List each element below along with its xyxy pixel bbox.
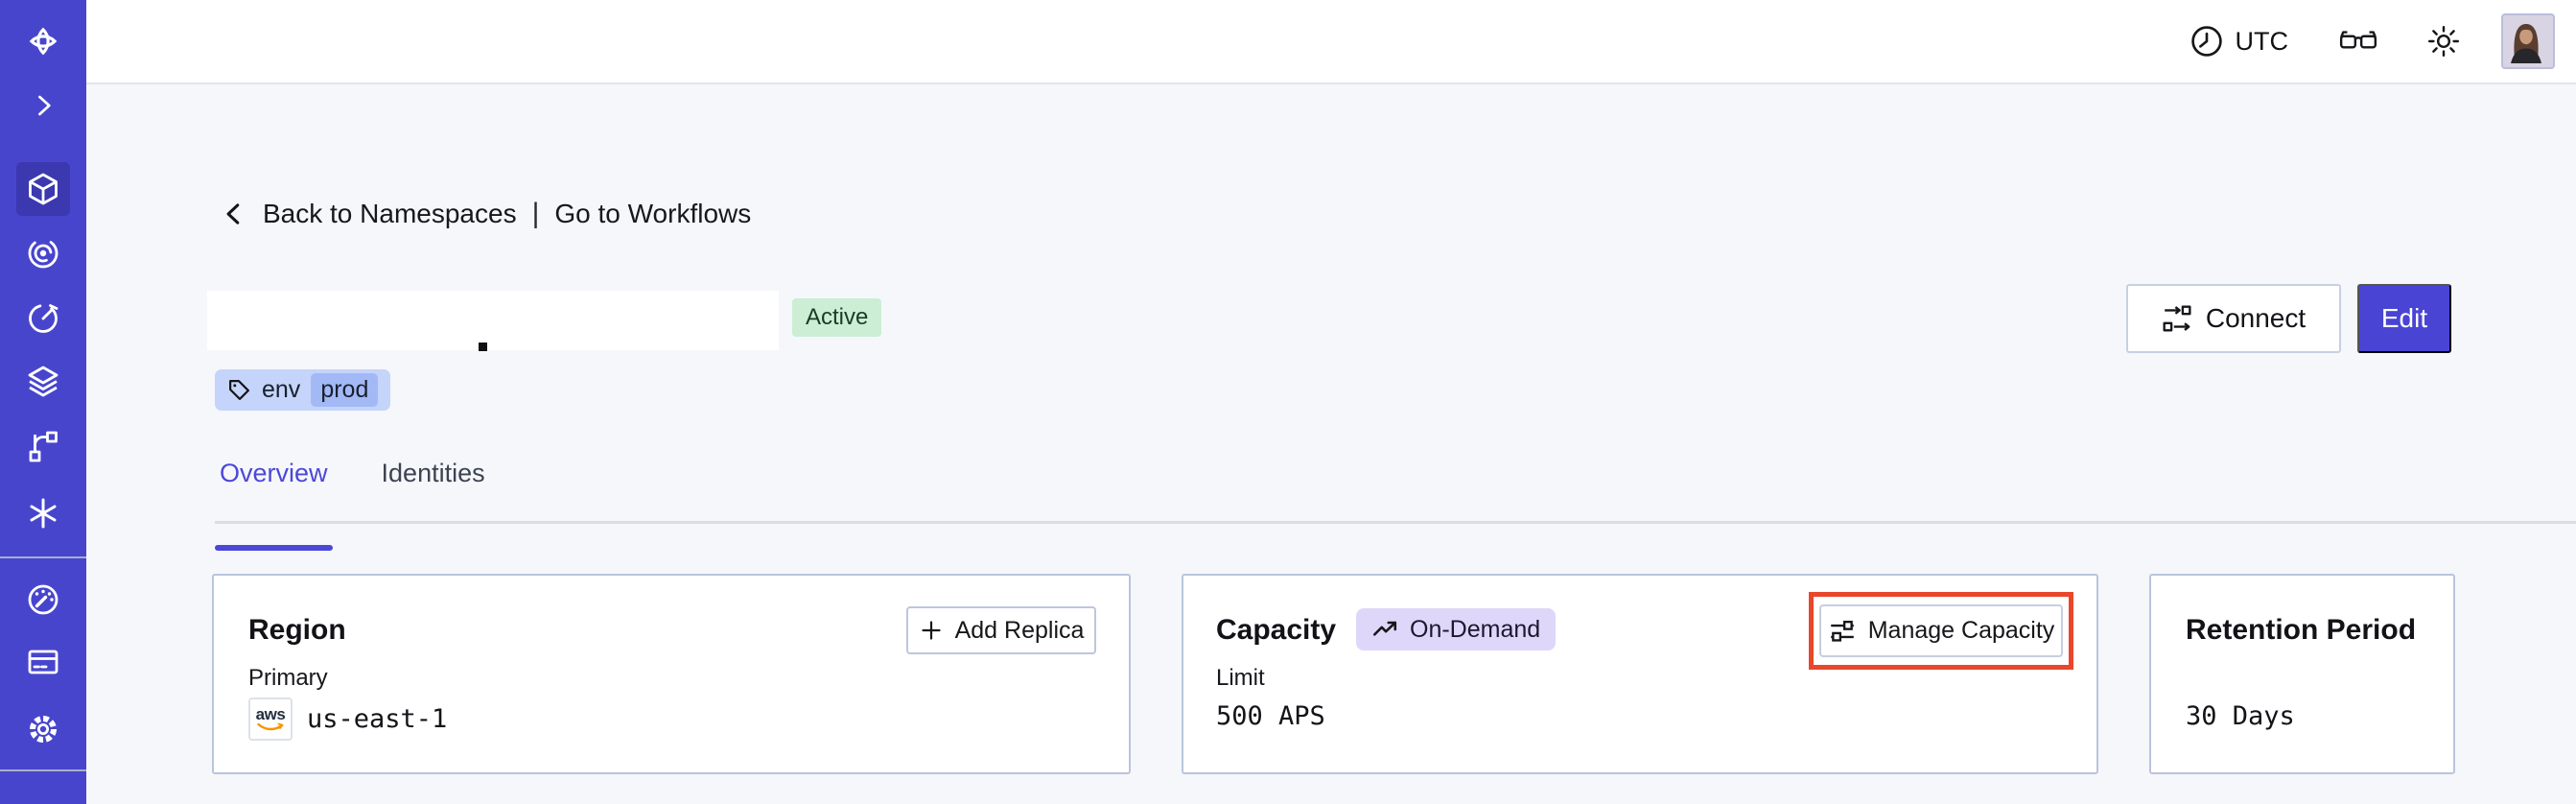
support-circle-icon [24, 800, 62, 804]
schedules-timer-icon [29, 304, 59, 333]
breadcrumb-separator: | [531, 198, 540, 229]
edit-button[interactable]: Edit [2357, 284, 2451, 353]
avatar[interactable] [2501, 13, 2555, 69]
sidebar [0, 0, 86, 804]
deployments-layers-icon [28, 366, 59, 397]
sidebar-item-usage[interactable] [16, 573, 70, 627]
batch-branch-icon [29, 431, 58, 462]
clock-icon [2190, 26, 2222, 57]
sidebar-item-billing[interactable] [16, 635, 70, 689]
limit-label: Limit [1216, 665, 1265, 691]
plus-icon [921, 621, 941, 640]
tab-overview[interactable]: Overview [215, 452, 333, 551]
settings-gear-icon [30, 716, 57, 743]
tabs-bar: Overview Identities [215, 452, 2576, 551]
tab-identities[interactable]: Identities [377, 452, 490, 521]
go-to-workflows-link[interactable]: Go to Workflows [554, 199, 751, 229]
annotation-highlight: Manage Capacity [1809, 592, 2073, 670]
theme-toggle-button[interactable] [2426, 24, 2461, 59]
usage-speedometer-icon [28, 584, 59, 615]
timezone-label: UTC [2235, 26, 2289, 56]
sliders-icon [1830, 620, 1854, 642]
trending-up-icon [1372, 621, 1397, 636]
readability-button[interactable] [2338, 27, 2378, 56]
temporal-logo[interactable] [16, 14, 70, 68]
capacity-card-title: Capacity [1216, 614, 1337, 646]
manage-capacity-button[interactable]: Manage Capacity [1819, 604, 2063, 657]
sidebar-item-deployments[interactable] [16, 355, 70, 409]
timezone-button[interactable]: UTC [2190, 24, 2289, 59]
sidebar-item-schedules[interactable] [16, 291, 70, 344]
workflows-spiral-icon [28, 238, 59, 269]
tag-icon [229, 380, 249, 400]
expand-chevron-icon[interactable] [16, 79, 70, 132]
sidebar-divider [0, 769, 86, 771]
topbar: UTC [86, 0, 2576, 84]
retention-card: Retention Period 30 Days [2149, 574, 2455, 774]
region-card-title: Region [248, 614, 346, 646]
namespace-name-redacted [207, 291, 779, 350]
capacity-value: 500 APS [1216, 701, 1325, 731]
aws-provider-icon: aws [248, 698, 293, 741]
breadcrumb: Back to Namespaces | Go to Workflows [221, 198, 751, 230]
sidebar-divider [0, 556, 86, 558]
chevron-left-icon[interactable] [221, 201, 247, 227]
on-demand-badge: On-Demand [1356, 608, 1557, 650]
glasses-icon [2339, 31, 2377, 49]
sidebar-item-nexus[interactable] [16, 486, 70, 540]
sidebar-item-settings[interactable] [16, 702, 70, 756]
billing-card-icon [28, 650, 59, 674]
nexus-asterisk-icon [30, 498, 57, 529]
connect-button[interactable]: Connect [2126, 284, 2341, 353]
status-badge: Active [792, 298, 882, 337]
sidebar-item-namespaces[interactable] [16, 162, 70, 216]
sidebar-item-workflows[interactable] [16, 226, 70, 280]
connect-icon [2163, 305, 2191, 332]
back-to-namespaces-link[interactable]: Back to Namespaces [263, 199, 517, 229]
tag-key: env [262, 376, 301, 403]
namespaces-cube-icon [29, 173, 58, 205]
retention-card-title: Retention Period [2186, 614, 2417, 646]
sun-icon [2427, 25, 2460, 58]
primary-label: Primary [248, 665, 328, 691]
region-value: us-east-1 [307, 704, 448, 734]
primary-region-row: aws us-east-1 [248, 698, 447, 741]
temporal-cloud-app: UTC Back to Namespaces | Go to Workflows… [0, 0, 2576, 804]
sidebar-item-support[interactable] [16, 792, 70, 804]
tag-value: prod [311, 373, 379, 407]
add-replica-button[interactable]: Add Replica [906, 606, 1096, 654]
sidebar-item-batch-operations[interactable] [16, 419, 70, 473]
namespace-tag-chip: env prod [215, 369, 391, 411]
retention-value: 30 Days [2186, 701, 2295, 731]
namespace-name-dot [479, 343, 487, 351]
region-card: Region Add Replica Primary aws us-east-1 [212, 574, 1131, 774]
